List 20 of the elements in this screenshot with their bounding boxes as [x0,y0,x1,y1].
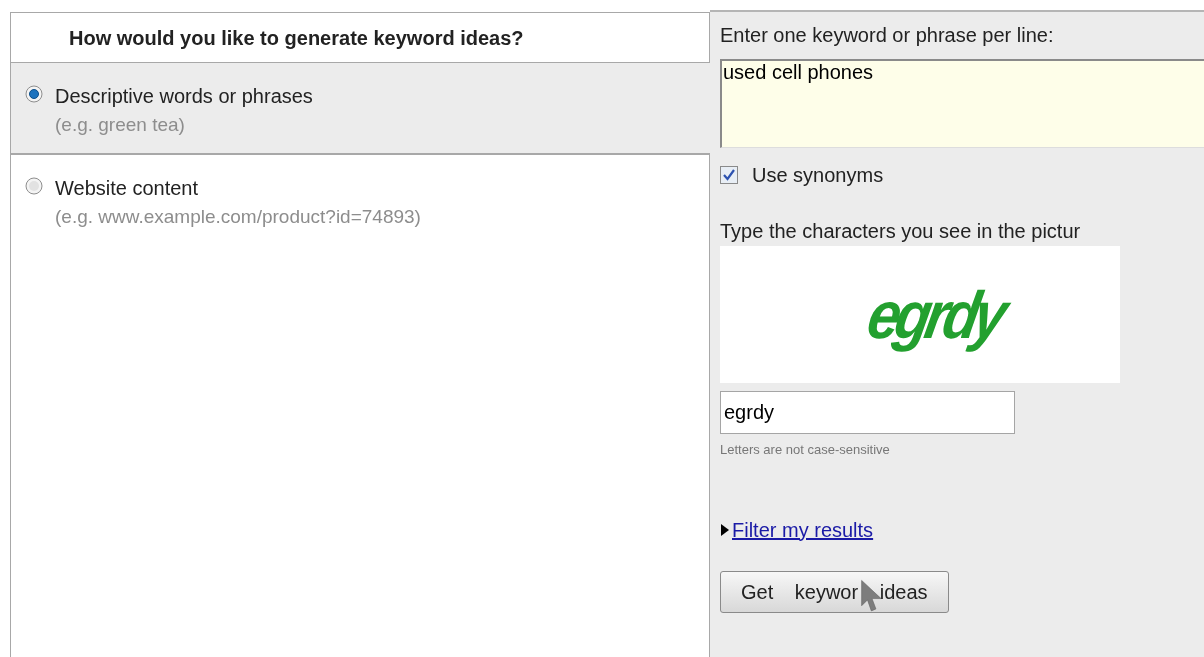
checkbox[interactable] [720,166,738,184]
option-label: Website content [55,176,200,201]
radio-button[interactable] [25,85,43,103]
keyword-field[interactable]: used cell phones [720,59,1204,148]
filter-link[interactable]: Filter my results [732,514,874,545]
example-text: (e.g. www.example.com/product?id=74893) [55,205,421,229]
option-panel[interactable]: Descriptive words or phrases (e.g. green tea) [10,62,710,154]
question-heading: How would you like to generate keyword ideas? [10,12,710,62]
captcha-field[interactable]: egrdy [720,391,1015,434]
checkbox-label: Use synonyms [752,163,884,188]
submit-button[interactable]: Get keywor ideas [720,570,949,613]
captcha-prompt: Type the characters you see in the pictur [720,219,1082,244]
caret-right-icon[interactable] [720,523,730,536]
example-text: (e.g. green tea) [55,113,186,137]
option-panel[interactable]: Website content (e.g. www.example.com/product?id=74893) [10,154,710,657]
hint-text: Letters are not case-sensitive [720,441,891,459]
captcha-text: egrdy [860,276,1011,354]
field-label: Enter one keyword or phrase per line: [720,23,1055,48]
radio-button[interactable] [25,177,43,195]
option-label: Descriptive words or phrases [55,84,313,109]
